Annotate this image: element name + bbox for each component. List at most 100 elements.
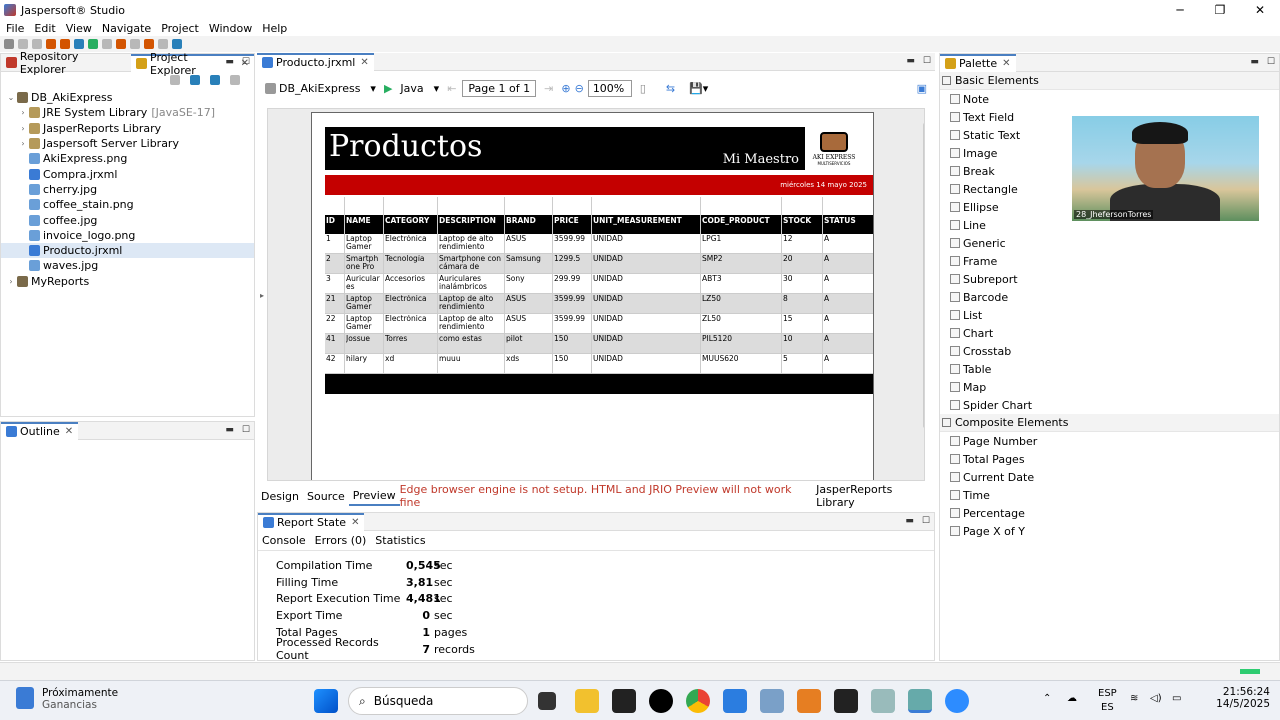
chevron-up-icon[interactable]: ⌃	[1043, 693, 1051, 704]
tree-item[interactable]: coffee_stain.png	[1, 197, 254, 212]
maximize-view-icon[interactable]: ☐	[1267, 57, 1275, 67]
repository-icon[interactable]	[60, 39, 70, 49]
zoom-icon[interactable]	[945, 689, 969, 713]
zoom-out-icon[interactable]: ⊖	[575, 82, 584, 95]
palette-item-page-number[interactable]: Page Number	[940, 432, 1279, 450]
tab-preview[interactable]: Preview	[348, 486, 400, 506]
maximize-view-icon[interactable]: ☐	[242, 57, 250, 67]
tab-statistics[interactable]: Statistics	[375, 534, 425, 547]
minimize-view-icon[interactable]: ▬	[905, 516, 914, 526]
console-icon[interactable]	[74, 39, 84, 49]
palette-item-chart[interactable]: Chart	[940, 324, 1279, 342]
filter-icon[interactable]	[210, 75, 220, 85]
vertical-scrollbar[interactable]	[923, 123, 924, 428]
annotation-icon[interactable]	[130, 39, 140, 49]
maximize-icon[interactable]: ❐	[1200, 0, 1240, 20]
view-menu-icon[interactable]	[230, 75, 240, 85]
git-icon[interactable]	[797, 689, 821, 713]
palette-item-table[interactable]: Table	[940, 360, 1279, 378]
tree-item[interactable]: cherry.jpg	[1, 182, 254, 197]
expand-left-icon[interactable]: ▸	[260, 291, 264, 300]
tree-item[interactable]: coffee.jpg	[1, 212, 254, 227]
palette-item-time[interactable]: Time	[940, 486, 1279, 504]
tree-item[interactable]: Producto.jrxml	[1, 242, 254, 259]
close-tab-icon[interactable]: ✕	[360, 57, 368, 68]
refresh-icon[interactable]: ⇆	[666, 82, 675, 95]
tree-item[interactable]: invoice_logo.png	[1, 228, 254, 243]
expand-arrow-icon[interactable]: ⌄	[5, 93, 17, 102]
debug-icon[interactable]	[102, 39, 112, 49]
perspective-icon[interactable]	[172, 39, 182, 49]
tab-producto-jrxml[interactable]: Producto.jrxml ✕	[257, 52, 374, 71]
expand-arrow-icon[interactable]: ›	[5, 277, 17, 286]
tab-repository-explorer[interactable]: Repository Explorer	[1, 50, 131, 76]
tab-report-state[interactable]: Report State ✕	[258, 513, 365, 531]
palette-item-page-x-of-y[interactable]: Page X of Y	[940, 522, 1279, 540]
network-icon[interactable]: ☁	[1067, 693, 1077, 704]
tab-console[interactable]: Console	[262, 534, 306, 547]
tree-item[interactable]: waves.jpg	[1, 258, 254, 273]
tab-jasperreports-library[interactable]: JasperReports Library	[812, 481, 935, 511]
new-icon[interactable]	[4, 39, 14, 49]
terminal-icon[interactable]	[612, 689, 636, 713]
maximize-view-icon[interactable]: ☐	[923, 56, 931, 66]
language-indicator[interactable]: ESP ES	[1098, 687, 1117, 715]
menu-help[interactable]: Help	[262, 22, 287, 35]
expand-arrow-icon[interactable]: ›	[17, 139, 29, 148]
palette-item-crosstab[interactable]: Crosstab	[940, 342, 1279, 360]
volume-icon[interactable]: ◁)	[1150, 693, 1162, 704]
close-tab-icon[interactable]: ✕	[1002, 58, 1010, 69]
page-indicator[interactable]: Page 1 of 1	[462, 79, 537, 97]
publish-icon[interactable]	[46, 39, 56, 49]
tab-source[interactable]: Source	[303, 488, 349, 505]
palette-item-current-date[interactable]: Current Date	[940, 468, 1279, 486]
minimize-view-icon[interactable]: ▬	[906, 56, 915, 66]
tab-design[interactable]: Design	[257, 488, 303, 505]
fit-page-icon[interactable]: ▯	[640, 82, 646, 95]
menu-project[interactable]: Project	[161, 22, 199, 35]
save-icon[interactable]	[18, 39, 28, 49]
jaspersoft-active-icon[interactable]	[908, 689, 932, 713]
maximize-view-icon[interactable]: ☐	[922, 516, 930, 526]
back-icon[interactable]	[144, 39, 154, 49]
close-icon[interactable]: ✕	[1240, 0, 1280, 20]
app-icon[interactable]	[760, 689, 784, 713]
menu-window[interactable]: Window	[209, 22, 252, 35]
close-tab-icon[interactable]: ✕	[351, 517, 359, 528]
tree-item[interactable]: Compra.jrxml	[1, 166, 254, 181]
zoom-select[interactable]: 100%	[587, 79, 632, 97]
menu-edit[interactable]: Edit	[34, 22, 55, 35]
composite-elements-section[interactable]: Composite Elements	[940, 414, 1279, 432]
palette-item-note[interactable]: Note	[940, 90, 1279, 108]
battery-icon[interactable]: ▭	[1172, 693, 1181, 704]
palette-item-barcode[interactable]: Barcode	[940, 288, 1279, 306]
forward-icon[interactable]	[158, 39, 168, 49]
tab-errors[interactable]: Errors (0)	[315, 534, 367, 547]
tab-outline[interactable]: Outline ✕	[1, 421, 79, 440]
tiktok-icon[interactable]	[649, 689, 673, 713]
palette-item-frame[interactable]: Frame	[940, 252, 1279, 270]
menu-navigate[interactable]: Navigate	[102, 22, 151, 35]
first-page-icon[interactable]: ⇤	[447, 82, 456, 95]
menu-file[interactable]: File	[6, 22, 24, 35]
run-report-icon[interactable]: ▶	[384, 82, 392, 95]
palette-item-percentage[interactable]: Percentage	[940, 504, 1279, 522]
link-editor-icon[interactable]	[190, 75, 200, 85]
expand-arrow-icon[interactable]: ›	[17, 108, 29, 117]
palette-item-map[interactable]: Map	[940, 378, 1279, 396]
tree-item[interactable]: AkiExpress.png	[1, 151, 254, 166]
menu-view[interactable]: View	[66, 22, 92, 35]
task-view-icon[interactable]	[538, 692, 556, 710]
datasource-select[interactable]: DB_AkiExpress ▾	[265, 82, 376, 95]
start-icon[interactable]	[314, 689, 338, 713]
tree-item[interactable]: › JRE System Library [JavaSE-17]	[1, 105, 254, 120]
palette-item-spider-chart[interactable]: Spider Chart	[940, 396, 1279, 414]
settings-icon[interactable]: ▣	[917, 82, 927, 95]
taskbar-search[interactable]: ⌕ Búsqueda	[348, 687, 528, 715]
save-all-icon[interactable]	[32, 39, 42, 49]
tree-item[interactable]: ⌄ DB_AkiExpress	[1, 90, 254, 105]
basic-elements-section[interactable]: Basic Elements	[940, 72, 1279, 90]
minimize-view-icon[interactable]: ▬	[225, 425, 234, 435]
run-icon[interactable]	[88, 39, 98, 49]
tree-item[interactable]: › JasperReports Library	[1, 121, 254, 136]
